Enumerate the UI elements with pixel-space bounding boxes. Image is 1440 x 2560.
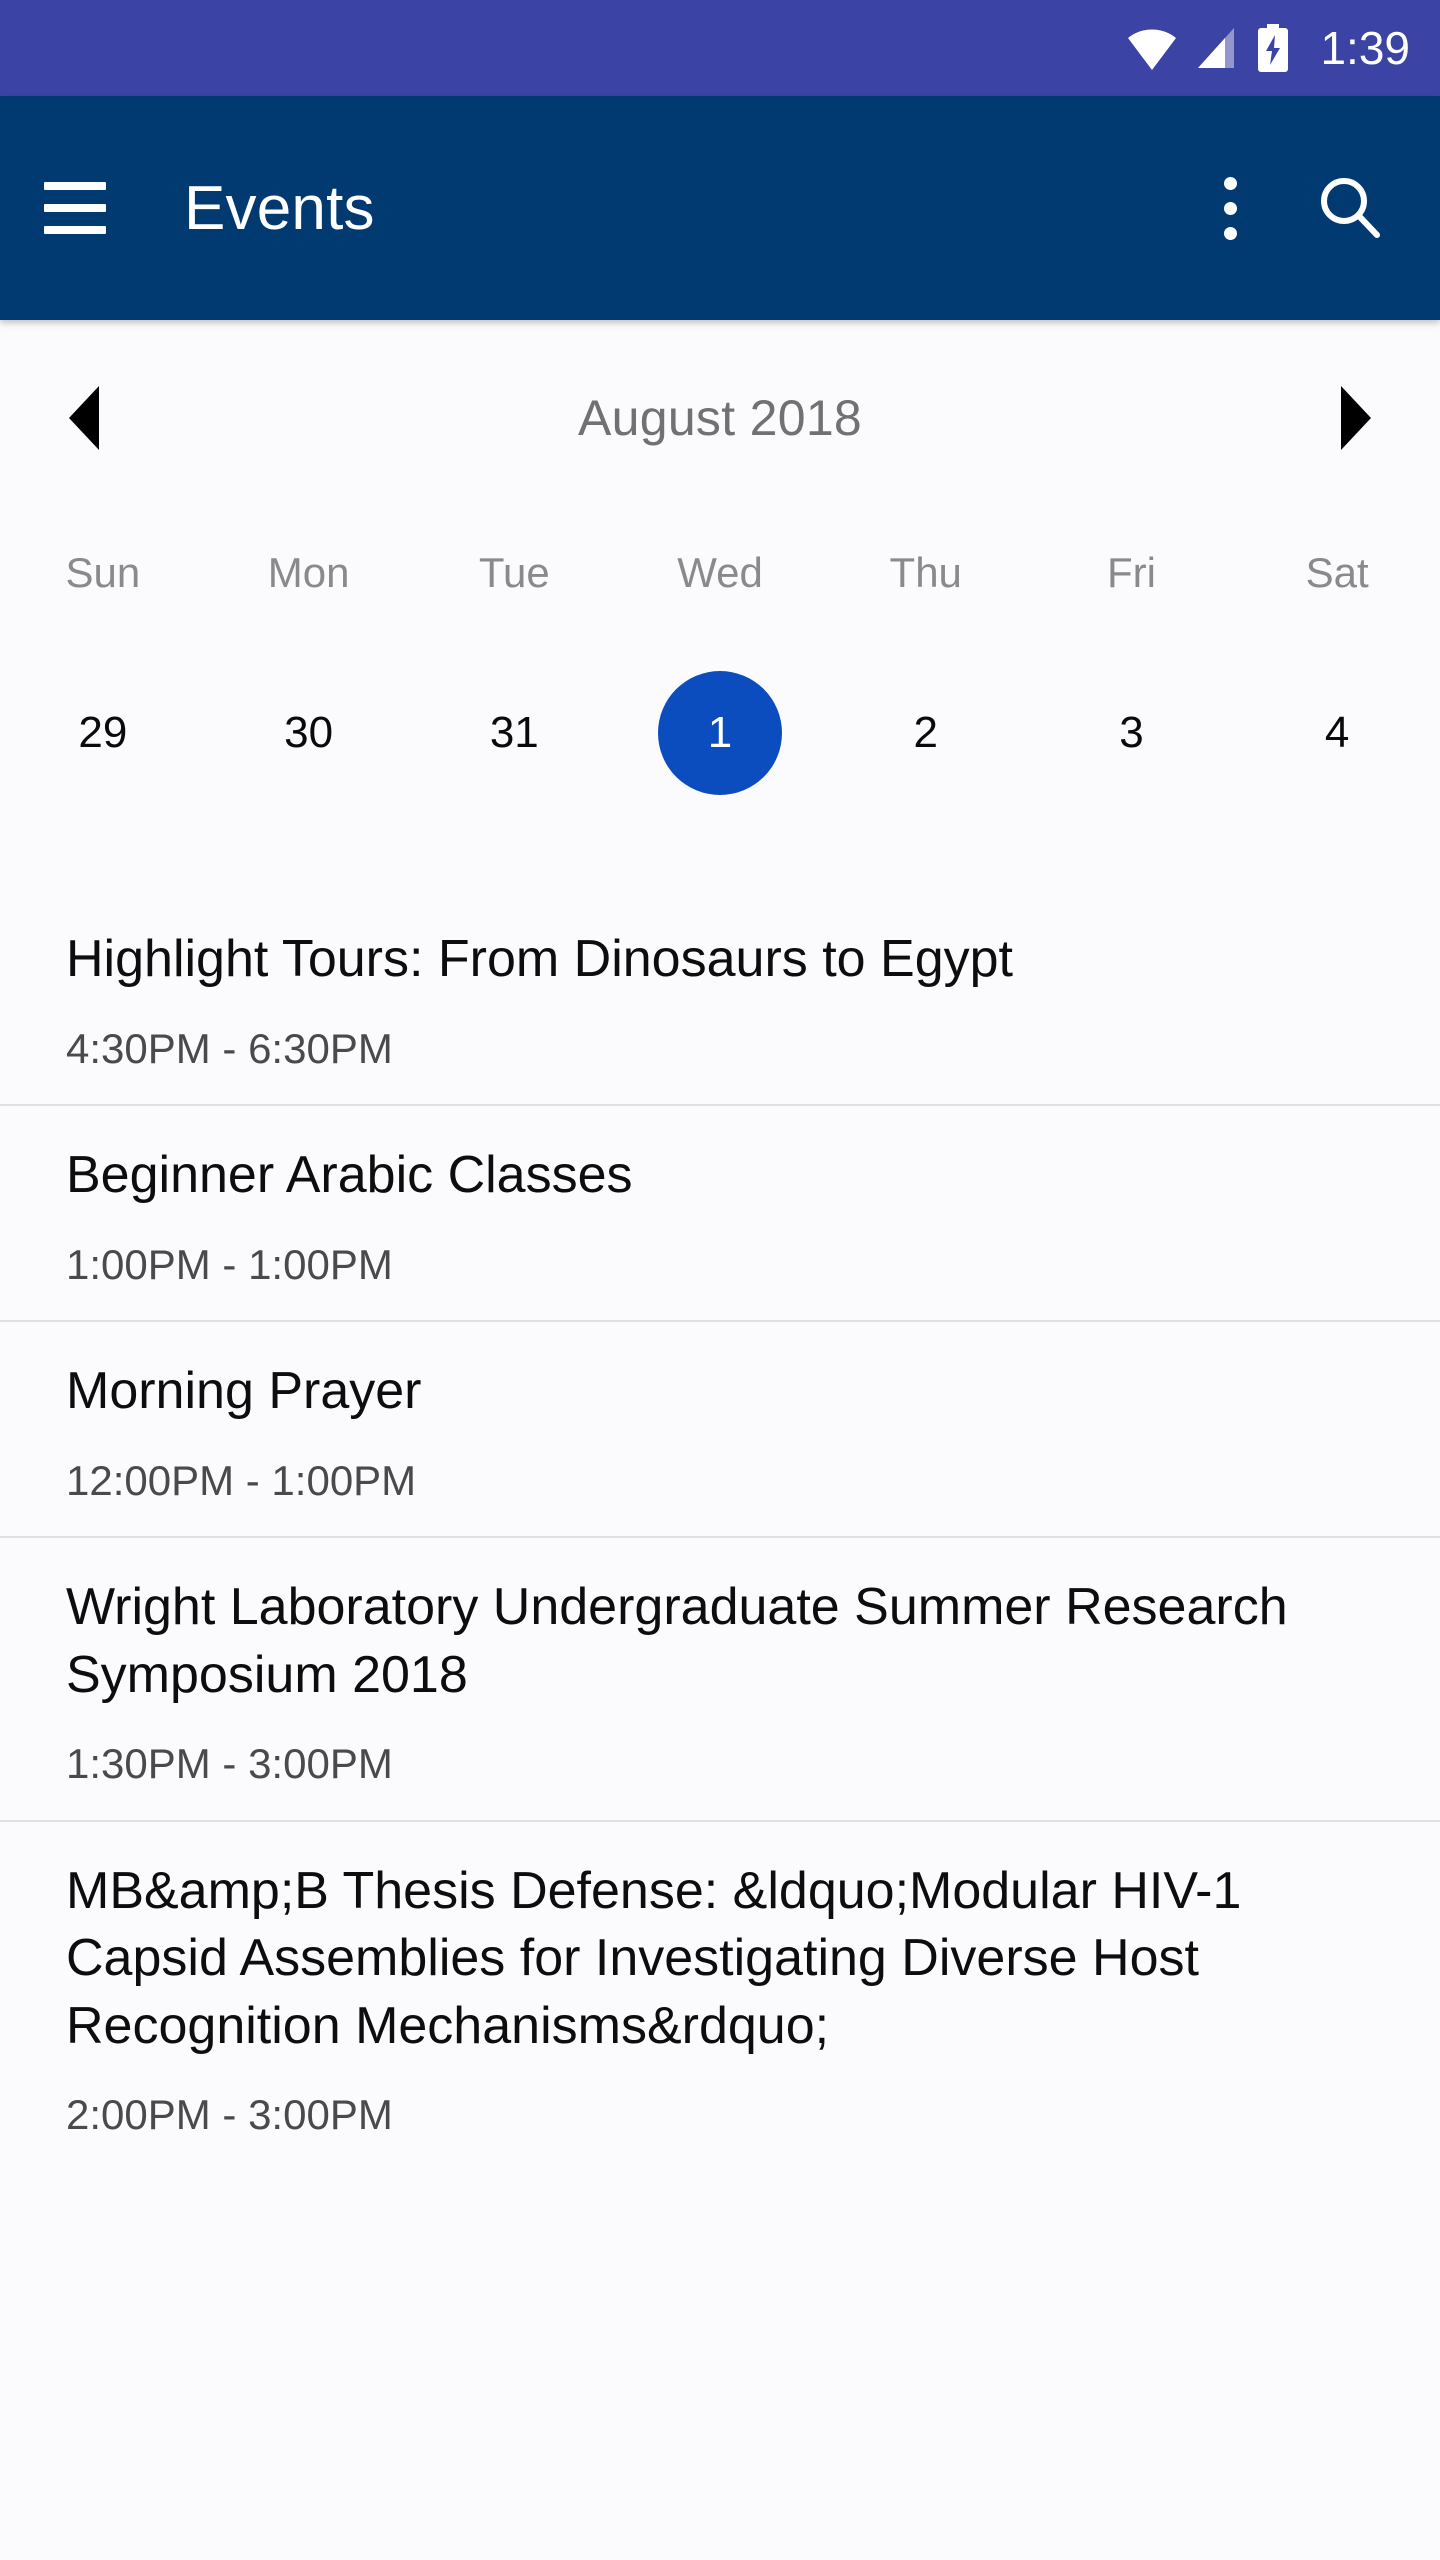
list-item[interactable]: Beginner Arabic Classes 1:00PM - 1:00PM [0, 1103, 1440, 1320]
search-icon[interactable] [1308, 166, 1392, 250]
app-screen: 1:39 Events August 2018 Sun Mon Tue Wed … [0, 0, 1440, 2560]
overflow-dot-1 [1223, 176, 1237, 190]
status-bar-icons: 1:39 [1128, 24, 1410, 72]
status-bar: 1:39 [0, 0, 1440, 96]
month-label: August 2018 [577, 390, 863, 446]
event-title: Wright Laboratory Undergraduate Summer R… [66, 1577, 1288, 1704]
app-bar: Events [0, 96, 1440, 320]
weekday-header-row: Sun Mon Tue Wed Thu Fri Sat [0, 508, 1440, 638]
prev-month-glyph [69, 386, 99, 450]
event-time: 12:00PM - 1:00PM [66, 1456, 417, 1504]
list-item[interactable]: MB&amp;B Thesis Defense: &ldquo;Modular … [0, 1819, 1440, 2171]
search-glyph [1321, 178, 1380, 238]
date-label: 3 [1119, 708, 1144, 757]
date-cell-4[interactable]: 2 [823, 671, 1029, 795]
date-label: 31 [489, 708, 539, 757]
overflow-dot-2 [1223, 201, 1237, 215]
overflow-dot-3 [1223, 226, 1237, 240]
date-cell-2[interactable]: 31 [411, 671, 617, 795]
weekday-label-sun: Sun [65, 549, 141, 596]
menu-bar-1 [44, 182, 106, 190]
event-time: 4:30PM - 6:30PM [66, 1024, 393, 1072]
month-navigation: August 2018 [0, 328, 1440, 508]
menu-bar-2 [44, 204, 106, 212]
next-month-glyph [1341, 386, 1371, 450]
list-item[interactable]: Highlight Tours: From Dinosaurs to Egypt… [0, 890, 1440, 1104]
list-item[interactable]: Morning Prayer 12:00PM - 1:00PM [0, 1319, 1440, 1536]
date-cell-6[interactable]: 4 [1234, 671, 1440, 795]
event-title: Morning Prayer [66, 1361, 422, 1420]
weekday-label-thu: Thu [889, 549, 962, 596]
overflow-menu-icon[interactable] [1194, 165, 1266, 251]
weekday-label-wed: Wed [677, 549, 763, 596]
date-cell-5[interactable]: 3 [1029, 671, 1235, 795]
date-cell-3-selected[interactable]: 1 [617, 671, 823, 795]
weekday-label-mon: Mon [267, 549, 350, 596]
signal-icon [1198, 28, 1235, 68]
wifi-icon [1128, 29, 1177, 70]
event-time: 1:00PM - 1:00PM [66, 1240, 393, 1288]
event-list: Highlight Tours: From Dinosaurs to Egypt… [0, 890, 1440, 2560]
weekday-label-tue: Tue [478, 549, 550, 596]
date-label: 29 [78, 708, 128, 757]
status-bar-clock: 1:39 [1320, 22, 1410, 74]
calendar-widget: August 2018 Sun Mon Tue Wed Thu Fri Sat … [0, 320, 1440, 828]
weekday-label-sat: Sat [1305, 549, 1369, 596]
chevron-left-icon[interactable] [52, 382, 116, 454]
date-label: 2 [913, 708, 938, 757]
date-row: 29 30 31 1 2 3 4 [0, 638, 1440, 828]
event-time: 2:00PM - 3:00PM [66, 2091, 393, 2139]
menu-bar-3 [44, 226, 106, 234]
date-label: 4 [1324, 708, 1350, 757]
date-cell-1[interactable]: 30 [206, 671, 412, 795]
hamburger-menu-icon[interactable] [44, 171, 118, 245]
date-label: 30 [284, 708, 334, 757]
battery-charging-icon [1258, 24, 1289, 72]
event-title: Beginner Arabic Classes [66, 1145, 633, 1204]
page-title: Events [184, 173, 375, 243]
chevron-right-icon[interactable] [1324, 382, 1388, 454]
selected-date-label: 1 [658, 671, 783, 795]
date-cell-0[interactable]: 29 [0, 671, 206, 795]
event-title: Highlight Tours: From Dinosaurs to Egypt [66, 930, 1013, 988]
event-title: MB&amp;B Thesis Defense: &ldquo;Modular … [66, 1861, 1242, 2055]
weekday-label-fri: Fri [1106, 549, 1156, 596]
list-item[interactable]: Wright Laboratory Undergraduate Summer R… [0, 1535, 1440, 1820]
event-time: 1:30PM - 3:00PM [66, 1740, 393, 1788]
calendar-list-spacer [0, 828, 1440, 890]
